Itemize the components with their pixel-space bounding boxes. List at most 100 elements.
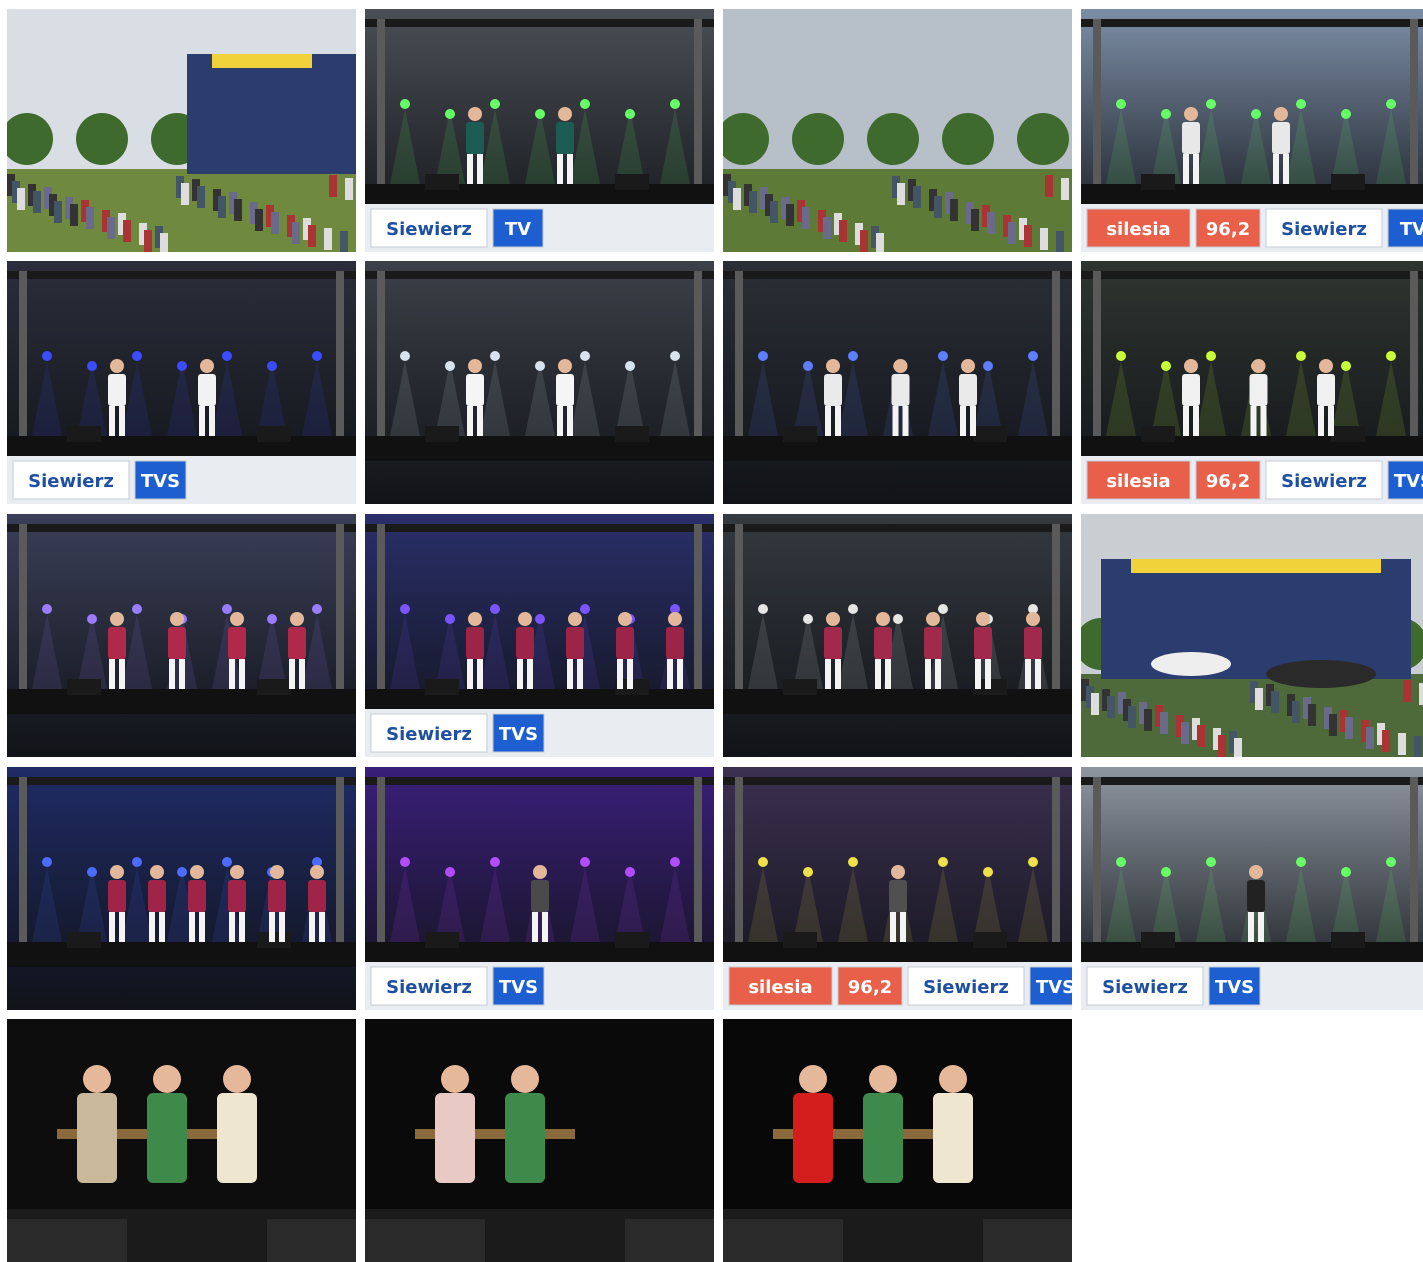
stage-monitor [723, 1219, 843, 1262]
crowd-person [1024, 225, 1032, 247]
stage-truss [365, 777, 714, 785]
sponsor-label: silesia [1106, 219, 1170, 240]
gallery-thumbnail[interactable] [723, 1019, 1072, 1262]
crowd-person [1061, 178, 1069, 200]
crowd-person [271, 212, 279, 234]
performer-figure [505, 1093, 545, 1183]
crowd-person [1107, 696, 1115, 718]
photo-image [723, 514, 1072, 757]
stage-speaker [257, 679, 291, 695]
stage-light [490, 857, 500, 867]
sponsor-banner: Siewierz TVS [1081, 962, 1423, 1010]
crowd-person [54, 201, 62, 223]
gallery-thumbnail[interactable]: Siewierz TVS [365, 767, 714, 1010]
stage-truss [19, 524, 27, 714]
crowd-person [1181, 722, 1189, 744]
gallery-thumbnail[interactable]: Siewierz TVS [1081, 767, 1423, 1010]
stage-truss [694, 777, 702, 967]
stage-light [848, 857, 858, 867]
sponsor-label: TVS [1036, 977, 1072, 998]
crowd-person [1345, 717, 1353, 739]
stage-truss [723, 777, 1072, 785]
stage-truss [1093, 777, 1101, 967]
gallery-thumbnail[interactable] [7, 1019, 356, 1262]
stage-light [758, 857, 768, 867]
stage-light [312, 351, 322, 361]
stage-truss [694, 524, 702, 714]
stage-truss [365, 271, 714, 279]
sponsor-label: TV [1400, 219, 1423, 240]
performer-head [799, 1065, 827, 1093]
gallery-thumbnail[interactable] [7, 514, 356, 757]
stage-floor [365, 436, 714, 461]
crowd-person [308, 225, 316, 247]
stage-light [42, 604, 52, 614]
sponsor-banner: silesia 96,2 Siewierz TVS [1081, 456, 1423, 504]
crowd-person [329, 175, 337, 197]
tree-shape [76, 113, 128, 165]
crowd-person [1292, 701, 1300, 723]
gallery-thumbnail[interactable] [723, 514, 1072, 757]
crowd-person [1366, 727, 1374, 749]
sponsor-label: 96,2 [1206, 471, 1250, 492]
stage-truss [336, 777, 344, 967]
gallery-thumbnail[interactable] [1081, 514, 1423, 757]
photo-image: Siewierz TVS [365, 514, 714, 757]
sponsor-label: TV [505, 219, 531, 240]
gallery-thumbnail[interactable]: silesia 96,2 Siewierz TVS [1081, 261, 1423, 504]
stage-truss [377, 777, 385, 967]
gallery-thumbnail[interactable] [7, 9, 356, 252]
stage-light [670, 99, 680, 109]
stage-truss [1093, 19, 1101, 209]
crowd-person [144, 230, 152, 252]
gallery-thumbnail[interactable]: Siewierz TVS [365, 514, 714, 757]
photo-image: Siewierz TV [365, 9, 714, 252]
umbrella-shape [1151, 652, 1231, 676]
stage-light [1206, 351, 1216, 361]
stage-truss [377, 271, 385, 461]
crowd-person [197, 186, 205, 208]
stage-banner [212, 54, 312, 68]
gallery-thumbnail[interactable] [365, 261, 714, 504]
stage-truss [1410, 777, 1418, 967]
crowd-person [1403, 680, 1411, 702]
stage-light [400, 351, 410, 361]
gallery-thumbnail[interactable]: Siewierz TVS [7, 261, 356, 504]
crowd-person [1045, 175, 1053, 197]
gallery-thumbnail[interactable]: Siewierz TV [365, 9, 714, 252]
sponsor-label: TVS [499, 977, 538, 998]
crowd-person [292, 222, 300, 244]
performer-head [153, 1065, 181, 1093]
crowd-person [786, 204, 794, 226]
crowd-person [345, 178, 353, 200]
gallery-thumbnail[interactable]: silesia 96,2 Siewierz TVS [723, 767, 1072, 1010]
stage-light [580, 351, 590, 361]
crowd-person [1160, 712, 1168, 734]
photo-image: Siewierz TVS [365, 767, 714, 1010]
stage-light [1386, 99, 1396, 109]
sponsor-label: Siewierz [1281, 471, 1367, 492]
crowd-person [987, 212, 995, 234]
stage-truss [365, 19, 714, 27]
gallery-thumbnail[interactable]: silesia 96,2 Siewierz TV [1081, 9, 1423, 252]
gallery-thumbnail[interactable] [723, 9, 1072, 252]
crowd-person [218, 196, 226, 218]
gallery-thumbnail[interactable] [365, 1019, 714, 1262]
sponsor-banner: silesia 96,2 Siewierz TV [1081, 204, 1423, 252]
stage-monitor [267, 1219, 356, 1262]
crowd-person [876, 233, 884, 252]
stage-monitor [7, 1219, 127, 1262]
gallery-thumbnail[interactable] [7, 767, 356, 1010]
sponsor-banner: Siewierz TVS [365, 962, 714, 1010]
crowd-person [234, 199, 242, 221]
sponsor-banner: silesia 96,2 Siewierz TVS [723, 962, 1072, 1010]
crowd-person [1040, 228, 1048, 250]
gallery-thumbnail[interactable] [723, 261, 1072, 504]
crowd-person [1419, 683, 1423, 705]
stage-speaker [783, 426, 817, 442]
stage-light [1116, 857, 1126, 867]
photo-image [365, 1019, 714, 1262]
performer-figure [217, 1093, 257, 1183]
crowd-person [860, 230, 868, 252]
stage-truss [723, 524, 1072, 532]
